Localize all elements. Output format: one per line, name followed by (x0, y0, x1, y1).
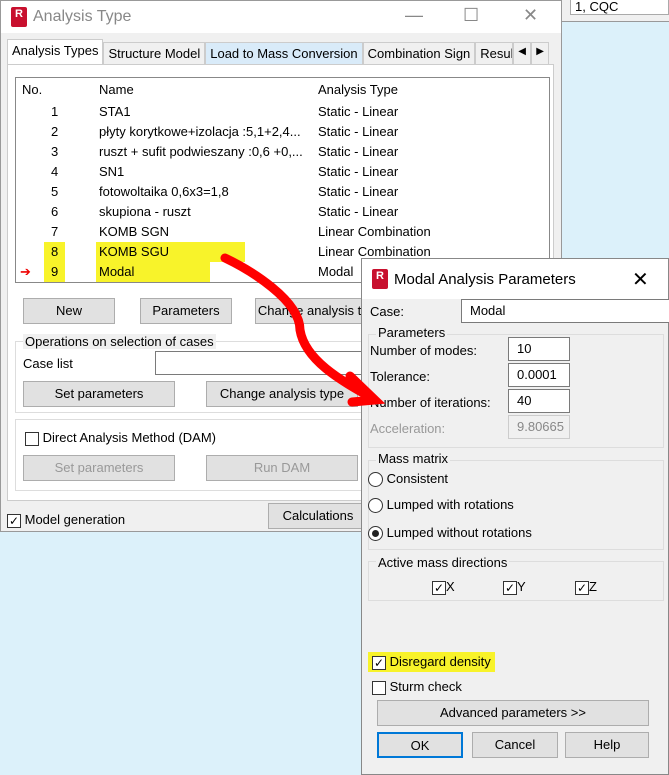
annotation-arrow (220, 253, 386, 407)
